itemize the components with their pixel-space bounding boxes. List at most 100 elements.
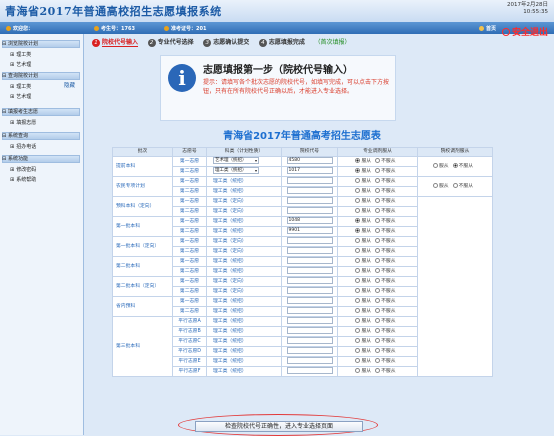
subject-select[interactable]: 艺术理（统招） [213, 157, 259, 164]
obey-radio[interactable] [355, 227, 361, 233]
school-code-input[interactable] [286, 327, 333, 334]
sidebar-item-fill-volunteer[interactable]: 填报志愿 [10, 119, 36, 126]
volunteer-no-cell: 第二志愿 [172, 206, 207, 217]
school-code-input[interactable] [286, 357, 333, 364]
volunteer-no-cell: 平行志愿B [172, 326, 207, 337]
school-not-obey-radio[interactable] [452, 182, 458, 188]
not-obey-radio[interactable] [375, 167, 381, 173]
school-code-input[interactable] [286, 237, 333, 244]
not-obey-radio[interactable] [375, 287, 381, 293]
not-obey-radio[interactable] [375, 317, 381, 323]
obey-radio[interactable] [355, 297, 361, 303]
school-code-input[interactable] [286, 297, 333, 304]
obey-radio[interactable] [355, 247, 361, 253]
obey-radio[interactable] [355, 217, 361, 223]
sidebar-item-system-help[interactable]: 系统帮助 [10, 176, 36, 183]
school-code-input[interactable] [286, 367, 333, 374]
sidebar-hide-toggle[interactable]: 隐藏 [64, 81, 75, 89]
obey-label: 服从 [361, 228, 372, 234]
sidebar-item-change-password[interactable]: 修改密码 [10, 166, 36, 173]
school-code-input[interactable]: 9901 [286, 227, 333, 234]
sidebar-item-query-arts[interactable]: 艺术理 [10, 93, 31, 100]
school-code-input[interactable] [286, 207, 333, 214]
not-obey-radio[interactable] [375, 257, 381, 263]
school-code-input[interactable] [286, 287, 333, 294]
school-code-input[interactable] [286, 347, 333, 354]
school-code-input[interactable] [286, 247, 333, 254]
time-text: 10:55:35 [523, 9, 548, 15]
school-code-input[interactable] [286, 337, 333, 344]
obey-radio[interactable] [355, 337, 361, 343]
school-obey-radio[interactable] [432, 182, 438, 188]
obey-radio[interactable] [355, 257, 361, 263]
major-adjust-cell: 服从 不服从 [337, 326, 418, 337]
subject-cell: 理工类（统招） [206, 366, 282, 377]
home-link[interactable]: 首页 [478, 25, 496, 32]
obey-radio[interactable] [355, 287, 361, 293]
sidebar-group-system-functions[interactable]: 系统功能 [2, 155, 80, 163]
school-code-input[interactable] [286, 257, 333, 264]
not-obey-radio[interactable] [375, 237, 381, 243]
obey-radio[interactable] [355, 177, 361, 183]
obey-radio[interactable] [355, 187, 361, 193]
obey-radio[interactable] [355, 357, 361, 363]
school-code-input[interactable]: 1017 [286, 167, 333, 174]
obey-radio[interactable] [355, 367, 361, 373]
school-not-obey-radio[interactable] [452, 162, 458, 168]
not-obey-label: 不服从 [381, 188, 396, 194]
school-code-input[interactable] [286, 267, 333, 274]
school-obey-radio[interactable] [432, 162, 438, 168]
school-code-input[interactable]: 1048 [286, 217, 333, 224]
not-obey-radio[interactable] [375, 267, 381, 273]
obey-radio[interactable] [355, 167, 361, 173]
obey-radio[interactable] [355, 197, 361, 203]
not-obey-radio[interactable] [375, 297, 381, 303]
not-obey-radio[interactable] [375, 227, 381, 233]
obey-radio[interactable] [355, 307, 361, 313]
school-code-input[interactable] [286, 317, 333, 324]
sidebar-item-office-phone[interactable]: 招办电话 [10, 143, 36, 150]
school-code-input[interactable] [286, 187, 333, 194]
sidebar-item-browse-science[interactable]: 理工类 [10, 51, 31, 58]
obey-radio[interactable] [355, 317, 361, 323]
not-obey-radio[interactable] [375, 337, 381, 343]
not-obey-radio[interactable] [375, 157, 381, 163]
school-code-input[interactable] [286, 277, 333, 284]
obey-radio[interactable] [355, 237, 361, 243]
volunteer-table: 批次 志愿号 科类（计划性质） 院校代号 专业调剂服从 院校调剂服从 提前本科第… [112, 147, 493, 377]
not-obey-radio[interactable] [375, 197, 381, 203]
sidebar-item-query-science[interactable]: 理工类 [10, 83, 31, 90]
sidebar-group-query-plans[interactable]: 查询院校计划 [2, 72, 80, 80]
school-code-input[interactable] [286, 197, 333, 204]
sidebar-group-browse-plans[interactable]: 浏览院校计划 [2, 40, 80, 48]
not-obey-radio[interactable] [375, 247, 381, 253]
check-codes-button[interactable]: 检查院校代号正确性，进入专业选择页面 [195, 421, 363, 432]
not-obey-radio[interactable] [375, 277, 381, 283]
obey-radio[interactable] [355, 347, 361, 353]
not-obey-radio[interactable] [375, 367, 381, 373]
obey-radio[interactable] [355, 277, 361, 283]
subject-select[interactable]: 理工类（统招） [213, 167, 259, 174]
subject-cell: 理工类（统招） [206, 306, 282, 317]
school-code-input[interactable] [286, 307, 333, 314]
sidebar-group-fill-volunteer[interactable]: 填报考生志愿 [2, 108, 80, 116]
not-obey-radio[interactable] [375, 207, 381, 213]
sidebar-group-system-query[interactable]: 系统查询 [2, 132, 80, 140]
not-obey-radio[interactable] [375, 357, 381, 363]
sidebar-item-browse-arts[interactable]: 艺术理 [10, 61, 31, 68]
col-school-adjust: 院校调剂服从 [417, 147, 493, 157]
school-code-input[interactable]: 4580 [286, 157, 333, 164]
obey-radio[interactable] [355, 207, 361, 213]
not-obey-radio[interactable] [375, 307, 381, 313]
not-obey-radio[interactable] [375, 217, 381, 223]
not-obey-radio[interactable] [375, 327, 381, 333]
not-obey-radio[interactable] [375, 347, 381, 353]
not-obey-radio[interactable] [375, 177, 381, 183]
obey-radio[interactable] [355, 267, 361, 273]
not-obey-label: 不服从 [381, 298, 396, 304]
school-code-input[interactable] [286, 177, 333, 184]
not-obey-radio[interactable] [375, 187, 381, 193]
obey-radio[interactable] [355, 157, 361, 163]
logout-button[interactable]: 安全退出 [501, 25, 548, 38]
obey-radio[interactable] [355, 327, 361, 333]
